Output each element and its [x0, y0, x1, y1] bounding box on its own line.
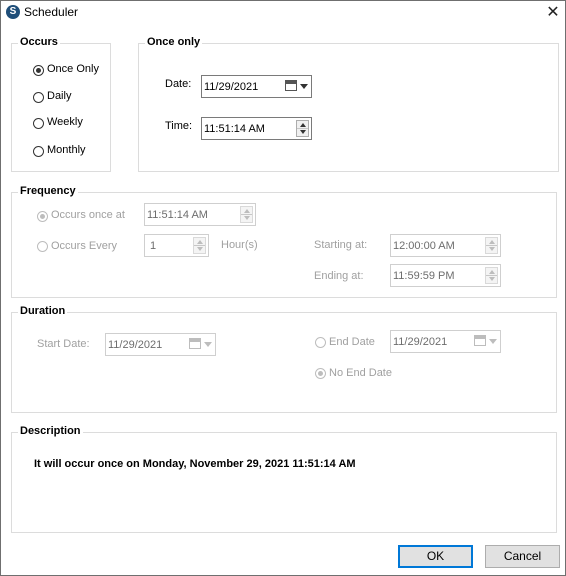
- occurs-once-at-value: 11:51:14 AM: [147, 209, 208, 221]
- duration-group: Duration Start Date: 11/29/2021 End Date…: [11, 305, 557, 413]
- date-value: 11/29/2021: [204, 81, 259, 93]
- starting-at-input[interactable]: 12:00:00 AM: [390, 234, 501, 257]
- no-end-date-label[interactable]: No End Date: [329, 367, 392, 379]
- radio-end-date[interactable]: [315, 337, 326, 348]
- radio-daily[interactable]: [33, 92, 44, 103]
- description-group: Description It will occur once on Monday…: [11, 425, 557, 533]
- ok-button[interactable]: OK: [398, 545, 473, 568]
- end-date-picker[interactable]: 11/29/2021: [390, 330, 501, 353]
- hours-unit-label: Hour(s): [221, 239, 258, 251]
- occurs-once-at-label[interactable]: Occurs once at: [51, 209, 125, 221]
- occurs-every-value: 1: [150, 240, 157, 252]
- window-title: Scheduler: [24, 5, 79, 19]
- calendar-icon[interactable]: [285, 80, 297, 91]
- time-spinner[interactable]: [296, 120, 309, 137]
- calendar-icon[interactable]: [189, 338, 201, 349]
- starting-at-spinner[interactable]: [485, 237, 498, 254]
- occurs-every-spinner[interactable]: [193, 237, 206, 254]
- app-logo-icon: S: [6, 5, 20, 19]
- date-picker[interactable]: 11/29/2021: [201, 75, 312, 98]
- starting-at-value: 12:00:00 AM: [393, 240, 455, 252]
- radio-monthly-label[interactable]: Monthly: [47, 144, 86, 156]
- title-bar[interactable]: S Scheduler ✕: [1, 1, 565, 25]
- ending-at-input[interactable]: 11:59:59 PM: [390, 264, 501, 287]
- radio-monthly[interactable]: [33, 146, 44, 157]
- calendar-icon[interactable]: [474, 335, 486, 346]
- end-date-value: 11/29/2021: [393, 336, 448, 348]
- dropdown-arrow-icon[interactable]: [489, 339, 497, 344]
- once-only-group-title: Once only: [145, 36, 203, 48]
- radio-once-only[interactable]: [33, 65, 44, 76]
- dropdown-arrow-icon[interactable]: [300, 84, 308, 89]
- frequency-group: Frequency Occurs once at 11:51:14 AM Occ…: [11, 185, 557, 298]
- scheduler-dialog: S Scheduler ✕ Occurs Once Only Daily Wee…: [0, 0, 566, 576]
- once-only-group: Once only Date: 11/29/2021 Time: 11:51:1…: [138, 36, 559, 172]
- starting-at-label: Starting at:: [314, 239, 368, 251]
- start-date-value: 11/29/2021: [108, 339, 163, 351]
- radio-occurs-once-at[interactable]: [37, 211, 48, 222]
- close-button[interactable]: ✕: [541, 3, 565, 23]
- start-date-label: Start Date:: [37, 338, 90, 350]
- date-label: Date:: [165, 78, 192, 90]
- dropdown-arrow-icon[interactable]: [204, 342, 212, 347]
- cancel-button[interactable]: Cancel: [485, 545, 560, 568]
- occurs-every-input[interactable]: 1: [144, 234, 209, 257]
- frequency-group-title: Frequency: [18, 185, 78, 197]
- ending-at-spinner[interactable]: [485, 267, 498, 284]
- duration-group-title: Duration: [18, 305, 68, 317]
- description-group-title: Description: [18, 425, 83, 437]
- time-value: 11:51:14 AM: [204, 123, 265, 135]
- start-date-picker[interactable]: 11/29/2021: [105, 333, 216, 356]
- radio-daily-label[interactable]: Daily: [47, 90, 71, 102]
- end-date-label[interactable]: End Date: [329, 336, 375, 348]
- radio-once-only-label[interactable]: Once Only: [47, 63, 99, 75]
- radio-weekly[interactable]: [33, 118, 44, 129]
- ending-at-value: 11:59:59 PM: [393, 270, 455, 282]
- description-text: It will occur once on Monday, November 2…: [34, 458, 356, 470]
- radio-occurs-every[interactable]: [37, 241, 48, 252]
- occurs-once-at-input[interactable]: 11:51:14 AM: [144, 203, 256, 226]
- occurs-once-at-spinner[interactable]: [240, 206, 253, 223]
- ending-at-label: Ending at:: [314, 270, 364, 282]
- occurs-group-title: Occurs: [18, 36, 60, 48]
- time-input[interactable]: 11:51:14 AM: [201, 117, 312, 140]
- radio-selected-dot: [36, 68, 41, 73]
- occurs-group: Occurs Once Only Daily Weekly Monthly: [11, 36, 111, 172]
- time-label: Time:: [165, 120, 193, 132]
- occurs-every-label[interactable]: Occurs Every: [51, 240, 117, 252]
- radio-no-end-date[interactable]: [315, 368, 326, 379]
- radio-weekly-label[interactable]: Weekly: [47, 116, 83, 128]
